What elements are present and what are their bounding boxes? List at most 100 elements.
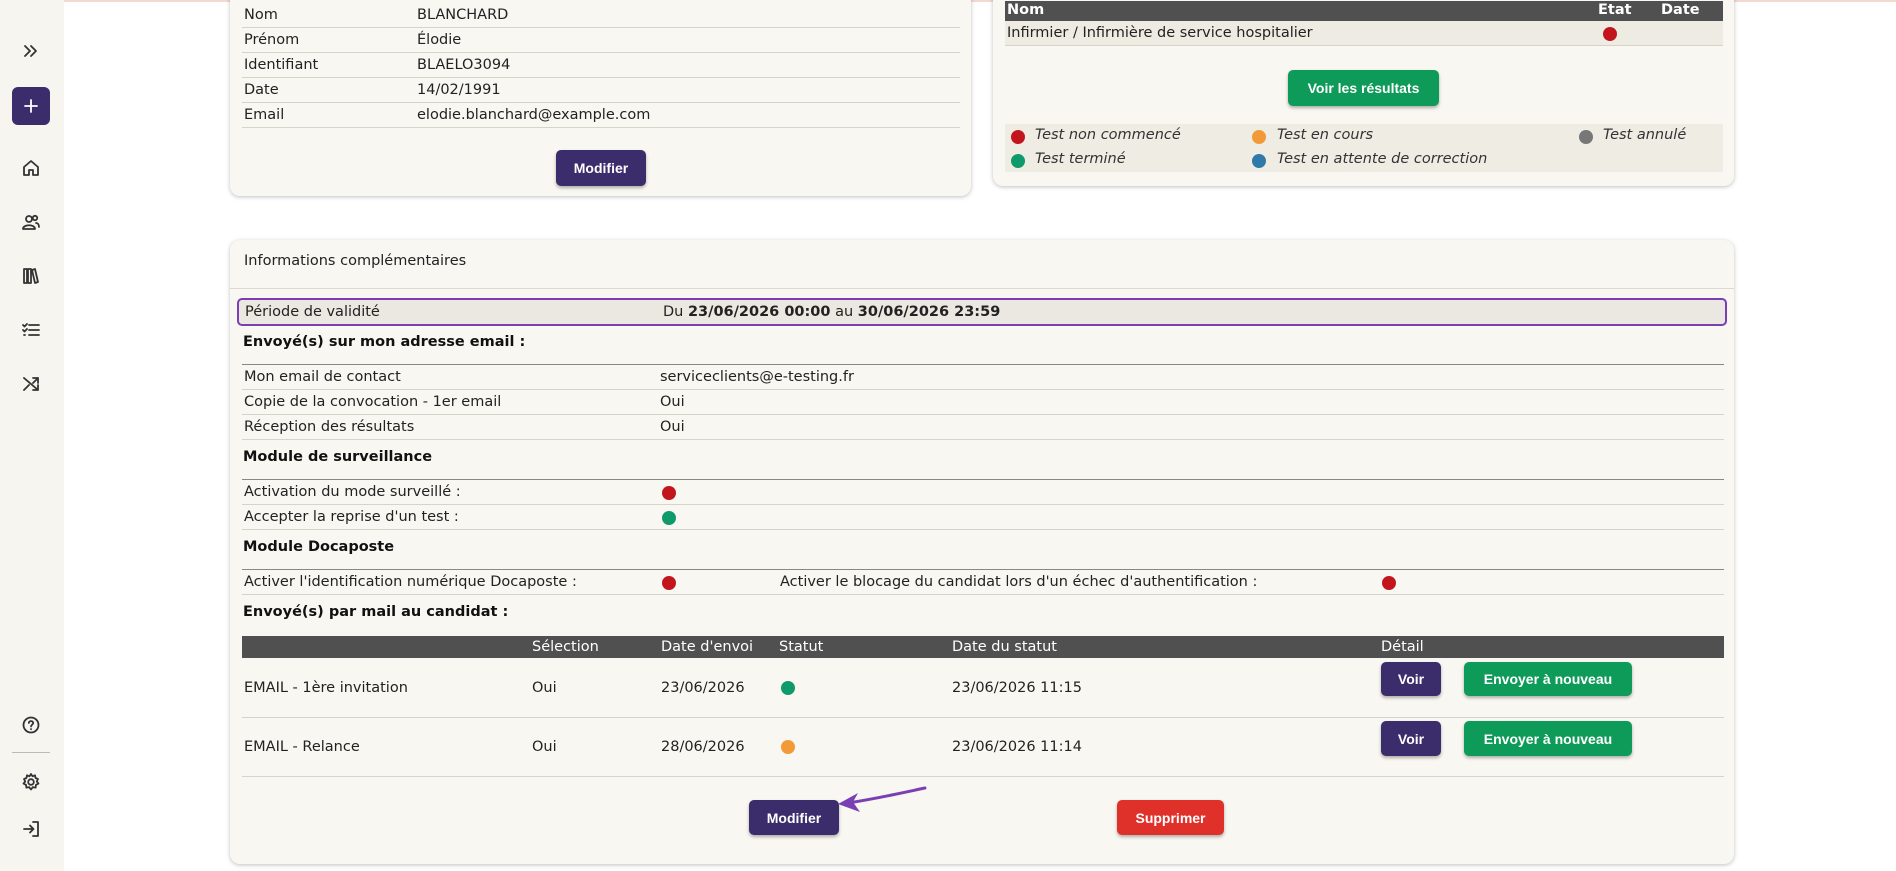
row-label: Réception des résultats bbox=[244, 419, 415, 435]
mails-table-header: Sélection Date d'envoi Statut Date du st… bbox=[242, 636, 1724, 658]
row-label: Mon email de contact bbox=[244, 369, 401, 385]
help-icon[interactable] bbox=[14, 708, 48, 742]
validity-du: Du bbox=[663, 304, 684, 320]
legend-dot-cancelled bbox=[1579, 130, 1593, 144]
validity-period-row: Période de validité Du 23/06/2026 00:00 … bbox=[237, 298, 1727, 326]
legend-dot-not-started bbox=[1011, 130, 1025, 144]
sidebar bbox=[0, 0, 64, 871]
row-label: Date bbox=[244, 82, 279, 98]
row-value: Élodie bbox=[417, 32, 462, 48]
candidate-row-nom: Nom BLANCHARD bbox=[242, 3, 960, 28]
modify-button[interactable]: Modifier bbox=[749, 800, 839, 835]
header-etat: Etat bbox=[1598, 2, 1632, 18]
validity-end: 30/06/2026 23:59 bbox=[857, 304, 1001, 320]
results-reception-row: Réception des résultats Oui bbox=[242, 415, 1724, 440]
legend-awaiting-correction: Test en attente de correction bbox=[1277, 151, 1488, 167]
mail-status-dot bbox=[781, 681, 795, 695]
row-label: Accepter la reprise d'un test : bbox=[244, 509, 459, 525]
home-icon[interactable] bbox=[14, 151, 48, 185]
row-value: Oui bbox=[660, 394, 685, 410]
mail-status-date: 23/06/2026 11:14 bbox=[952, 739, 1082, 755]
mail-send-date: 23/06/2026 bbox=[661, 680, 745, 696]
header-detail: Détail bbox=[1381, 639, 1424, 655]
docaposte-title: Module Docaposte bbox=[243, 539, 395, 555]
header-status: Statut bbox=[779, 639, 824, 655]
shuffle-icon[interactable] bbox=[14, 367, 48, 401]
row-value: BLANCHARD bbox=[417, 7, 509, 23]
mails-title: Envoyé(s) par mail au candidat : bbox=[243, 604, 509, 620]
legend-in-progress: Test en cours bbox=[1277, 127, 1374, 143]
additional-info-card: Informations complémentaires Période de … bbox=[230, 240, 1734, 864]
card-title-divider bbox=[230, 288, 1734, 289]
candidate-modify-button[interactable]: Modifier bbox=[556, 150, 646, 186]
header-nom: Nom bbox=[1007, 2, 1045, 18]
validity-au: au bbox=[835, 304, 854, 320]
sent-to-me-title: Envoyé(s) sur mon adresse email : bbox=[243, 334, 526, 350]
row-value: BLAELO3094 bbox=[417, 57, 511, 73]
mail-row: EMAIL - Relance Oui 28/06/2026 23/06/202… bbox=[242, 718, 1724, 777]
validity-start: 23/06/2026 00:00 bbox=[687, 304, 831, 320]
view-mail-button[interactable]: Voir bbox=[1381, 721, 1441, 756]
tests-legend: Test non commencé Test en cours Test ann… bbox=[1005, 124, 1723, 172]
candidate-row-date: Date 14/02/1991 bbox=[242, 78, 960, 103]
row-label: Email bbox=[244, 107, 285, 123]
convocation-copy-row: Copie de la convocation - 1er email Oui bbox=[242, 390, 1724, 415]
checklist-icon[interactable] bbox=[14, 313, 48, 347]
delete-button[interactable]: Supprimer bbox=[1117, 800, 1224, 835]
candidate-row-prenom: Prénom Élodie bbox=[242, 28, 960, 53]
mail-name: EMAIL - 1ère invitation bbox=[244, 680, 408, 696]
legend-finished: Test terminé bbox=[1035, 151, 1126, 167]
docaposte-row: Activer l'identification numérique Docap… bbox=[242, 570, 1724, 595]
mail-status-date: 23/06/2026 11:15 bbox=[952, 680, 1082, 696]
annotation-arrow-icon bbox=[838, 786, 927, 812]
expand-icon[interactable] bbox=[14, 34, 48, 68]
validity-label: Période de validité bbox=[245, 304, 380, 320]
mail-name: EMAIL - Relance bbox=[244, 739, 360, 755]
mail-selection: Oui bbox=[532, 739, 557, 755]
tests-table-header: Nom Etat Date bbox=[1005, 1, 1723, 21]
validity-value: Du 23/06/2026 00:00 au 30/06/2026 23:59 bbox=[663, 300, 1000, 324]
header-selection: Sélection bbox=[532, 639, 599, 655]
candidate-row-identifiant: Identifiant BLAELO3094 bbox=[242, 53, 960, 78]
resend-mail-button[interactable]: Envoyer à nouveau bbox=[1464, 662, 1632, 696]
contact-email-row: Mon email de contact serviceclients@e-te… bbox=[242, 365, 1724, 390]
header-date: Date bbox=[1661, 2, 1700, 18]
legend-dot-finished bbox=[1011, 154, 1025, 168]
legend-dot-awaiting bbox=[1252, 154, 1266, 168]
add-button[interactable] bbox=[12, 87, 50, 125]
plus-icon bbox=[24, 99, 38, 113]
header-send-date: Date d'envoi bbox=[661, 639, 754, 655]
docaposte-identification-dot bbox=[662, 576, 676, 590]
header-status-date: Date du statut bbox=[952, 639, 1057, 655]
surveillance-title: Module de surveillance bbox=[243, 449, 433, 465]
row-label: Copie de la convocation - 1er email bbox=[244, 394, 502, 410]
row-value: elodie.blanchard@example.com bbox=[417, 107, 651, 123]
legend-dot-in-progress bbox=[1252, 130, 1266, 144]
tests-card: Nom Etat Date Infirmier / Infirmière de … bbox=[993, 0, 1734, 186]
row-value: serviceclients@e-testing.fr bbox=[660, 369, 854, 385]
settings-icon[interactable] bbox=[14, 765, 48, 799]
test-state-dot bbox=[1603, 27, 1617, 41]
resume-test-row: Accepter la reprise d'un test : bbox=[242, 505, 1724, 530]
resend-mail-button[interactable]: Envoyer à nouveau bbox=[1464, 721, 1632, 756]
candidate-card: Nom BLANCHARD Prénom Élodie Identifiant … bbox=[230, 0, 971, 196]
monitored-mode-dot bbox=[662, 486, 676, 500]
row-label: Activer l'identification numérique Docap… bbox=[244, 574, 577, 590]
resume-test-dot bbox=[662, 511, 676, 525]
users-icon[interactable] bbox=[14, 205, 48, 239]
docaposte-blocking-dot bbox=[1382, 576, 1396, 590]
logout-icon[interactable] bbox=[14, 812, 48, 846]
view-results-button[interactable]: Voir les résultats bbox=[1288, 70, 1439, 106]
card-title: Informations complémentaires bbox=[244, 253, 467, 269]
row-label: Activation du mode surveillé : bbox=[244, 484, 461, 500]
candidate-row-email: Email elodie.blanchard@example.com bbox=[242, 103, 960, 128]
library-icon[interactable] bbox=[14, 259, 48, 293]
row-label: Prénom bbox=[244, 32, 300, 48]
mail-send-date: 28/06/2026 bbox=[661, 739, 745, 755]
mail-status-dot bbox=[781, 740, 795, 754]
row-label: Identifiant bbox=[244, 57, 319, 73]
row-label: Activer le blocage du candidat lors d'un… bbox=[780, 574, 1258, 590]
view-mail-button[interactable]: Voir bbox=[1381, 662, 1441, 696]
row-value: Oui bbox=[660, 419, 685, 435]
monitored-mode-row: Activation du mode surveillé : bbox=[242, 480, 1724, 505]
